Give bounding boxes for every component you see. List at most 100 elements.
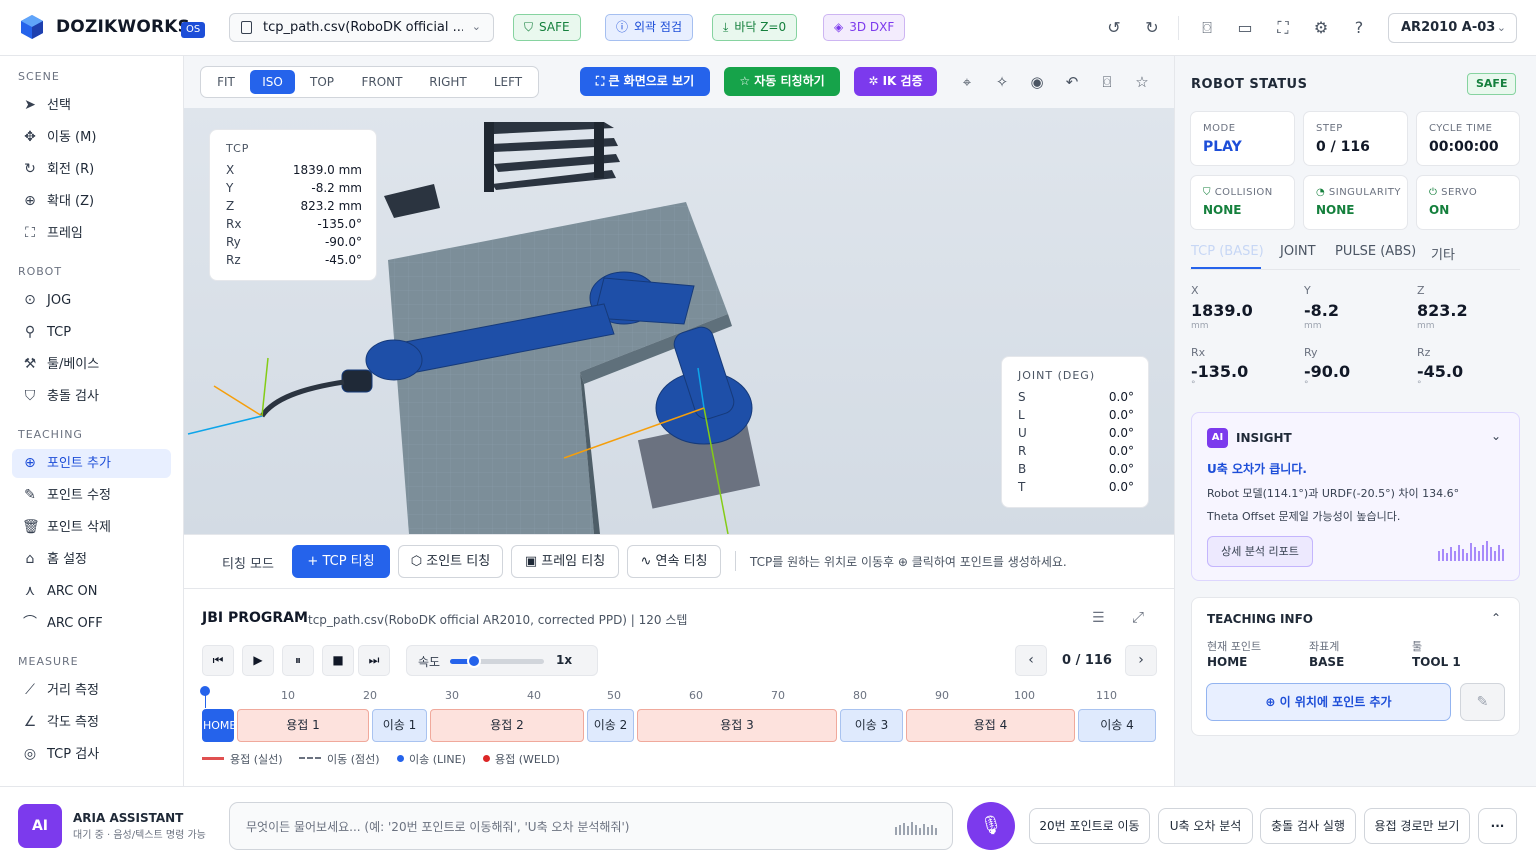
download-icon: ⤓ (723, 20, 729, 34)
file-selector[interactable]: tcp_path.csv(RoboDK official ... ⌄ (229, 13, 494, 42)
more-button[interactable]: ··· (1478, 808, 1517, 844)
timeline-segment[interactable]: 용접 2 (430, 709, 584, 742)
sidebar-item-tcp-check[interactable]: ◎ TCP 검사 (12, 740, 171, 769)
timeline-segment[interactable]: 이송 1 (372, 709, 427, 742)
speed-slider-handle[interactable] (466, 654, 481, 668)
tab-top[interactable]: TOP (300, 70, 344, 94)
eye-icon[interactable]: ◉ (1027, 72, 1047, 92)
locate-icon[interactable]: ✧ (992, 72, 1012, 92)
tcp-row: Ry -90.0° (226, 235, 362, 249)
tab-joint[interactable]: JOINT (1280, 244, 1316, 259)
stop-button[interactable]: ■ (322, 645, 354, 676)
prev-step-button[interactable]: ‹ (1015, 645, 1047, 676)
quick-action-button[interactable]: 충돌 검사 실행 (1260, 808, 1356, 844)
sidebar-item-angle[interactable]: ∠ 각도 측정 (12, 708, 171, 737)
fullscreen-icon[interactable]: ⛶ (1269, 14, 1297, 42)
expand-icon[interactable]: ⤢ (1132, 608, 1144, 626)
robot-selector[interactable]: AR2010 A-03 ⌄ (1388, 13, 1517, 43)
timeline-segment[interactable]: 이송 4 (1078, 709, 1156, 742)
sidebar-item-add-point[interactable]: ⊕ 포인트 추가 (12, 449, 171, 478)
timeline-segment[interactable]: 이송 3 (840, 709, 903, 742)
redo-icon[interactable]: ↻ (1138, 14, 1166, 42)
undo-icon[interactable]: ↺ (1100, 14, 1128, 42)
sidebar-item-delete-point[interactable]: 🗑 포인트 삭제 (12, 513, 171, 542)
list-icon[interactable]: ☰ (1092, 610, 1105, 626)
sidebar-item-rotate[interactable]: ↻ 회전 (R) (12, 155, 171, 184)
tab-right[interactable]: RIGHT (420, 70, 476, 94)
sidebar-item-zoom[interactable]: ⊕ 확대 (Z) (12, 187, 171, 216)
home-icon: ⌂ (25, 551, 35, 567)
sidebar-item-jog[interactable]: ⊙ JOG (12, 286, 171, 315)
camera-icon[interactable]: ⌼ (1193, 14, 1221, 42)
legend-line-dot (397, 755, 404, 762)
tab-tcp-base[interactable]: TCP (BASE) (1191, 244, 1264, 259)
timeline-segment[interactable]: 용접 4 (906, 709, 1075, 742)
assistant-input[interactable]: 무엇이든 물어보세요... (예: '20번 포인트로 이동해줘', 'U축 오… (229, 802, 953, 850)
sidebar-item-distance[interactable]: ⟋ 거리 측정 (12, 676, 171, 705)
rotate-icon: ↻ (24, 161, 36, 177)
tab-iso[interactable]: ISO (250, 70, 295, 94)
next-step-button[interactable]: › (1125, 645, 1157, 676)
clock-icon: ◔ SINGULARITY (1316, 187, 1402, 198)
floor-chip[interactable]: ⤓ 바닥 Z=0 (712, 14, 798, 41)
legend-label: 이동 (점선) (327, 753, 380, 766)
continuous-teach-button[interactable]: ∿ 연속 티칭 (627, 545, 721, 578)
help-icon[interactable]: ? (1345, 14, 1373, 42)
cycle-time-card: CYCLE TIME 00:00:00 (1416, 111, 1520, 166)
star-icon: ☆ (739, 74, 755, 88)
speed-slider-track[interactable] (450, 654, 544, 668)
tab-etc[interactable]: 기타 (1431, 244, 1455, 263)
envelope-check-chip[interactable]: ⓘ 외곽 점검 (605, 14, 693, 41)
tab-left[interactable]: LEFT (484, 70, 532, 94)
tick-label: 110 (1096, 689, 1117, 702)
timeline-segment[interactable]: HOME (202, 709, 236, 742)
timeline-segment[interactable]: 용접 3 (637, 709, 837, 742)
timeline-segment[interactable]: 용접 1 (237, 709, 369, 742)
dxf-chip[interactable]: ◈ 3D DXF (823, 14, 906, 41)
sidebar-item-collision[interactable]: ⛉ 충돌 검사 (12, 382, 171, 411)
tick-label: 50 (607, 689, 621, 702)
tcp-readout-panel: TCP X 1839.0 mm Y -8.2 mm Z 823.2 mm Rx -135… (209, 129, 377, 281)
playhead-handle[interactable] (200, 686, 210, 696)
quick-action-button[interactable]: 20번 포인트로 이동 (1029, 808, 1150, 844)
gear-icon[interactable]: ⚙ (1307, 14, 1335, 42)
pause-button[interactable]: ⏸ (282, 645, 314, 676)
sidebar-item-move[interactable]: ✥ 이동 (M) (12, 123, 171, 152)
fullscreen-view-button[interactable]: ⛶ 큰 화면으로 보기 (580, 67, 710, 96)
sidebar-item-frame[interactable]: ⛶ 프레임 (12, 219, 171, 248)
joint-teach-button[interactable]: ⬡ 조인트 티칭 (398, 545, 503, 578)
sidebar-item-arc-off[interactable]: ⌒ ARC OFF (12, 609, 171, 638)
current-point-value: HOME (1207, 655, 1248, 669)
sidebar-item-tcp[interactable]: ⚲ TCP (12, 318, 171, 347)
tab-front[interactable]: FRONT (352, 70, 412, 94)
edit-icon[interactable]: ✎ (1460, 683, 1505, 721)
sidebar-item-home[interactable]: ⌂ 홈 설정 (12, 545, 171, 574)
tcp-teach-button[interactable]: + TCP 티칭 (292, 545, 390, 578)
undo-view-icon[interactable]: ↶ (1062, 72, 1082, 92)
chevron-down-icon[interactable]: ⌄ (1491, 429, 1501, 443)
video-icon[interactable]: ▭ (1231, 14, 1259, 42)
play-button[interactable]: ▶ (242, 645, 274, 676)
chevron-up-icon[interactable]: ⌃ (1491, 611, 1501, 625)
snapshot-icon[interactable]: ⌼ (1097, 72, 1117, 92)
sidebar-item-select[interactable]: ➤ 선택 (12, 91, 171, 120)
quick-action-button[interactable]: U축 오차 분석 (1158, 808, 1253, 844)
sidebar-item-tool-base[interactable]: ⚒ 툴/베이스 (12, 350, 171, 379)
quick-action-button[interactable]: 용접 경로만 보기 (1364, 808, 1470, 844)
timeline-segment[interactable]: 이송 2 (587, 709, 634, 742)
skip-start-button[interactable]: ⏮ (202, 645, 234, 676)
frame-teach-button[interactable]: ▣ 프레임 티칭 (511, 545, 619, 578)
auto-teach-button[interactable]: ☆ 자동 티칭하기 (724, 67, 840, 96)
tab-pulse[interactable]: PULSE (ABS) (1335, 244, 1416, 259)
tab-fit[interactable]: FIT (206, 70, 246, 94)
safe-chip[interactable]: ⛉ SAFE (513, 14, 581, 41)
skip-end-button[interactable]: ⏭ (358, 645, 390, 676)
add-point-here-button[interactable]: ⊕ 이 위치에 포인트 추가 (1206, 683, 1451, 721)
microphone-icon[interactable]: 🎙 (967, 802, 1015, 850)
detail-report-button[interactable]: 상세 분석 리포트 (1207, 536, 1313, 567)
ik-check-button[interactable]: ✲ IK 검증 (854, 67, 937, 96)
crosshair-icon[interactable]: ⌖ (957, 72, 977, 92)
sidebar-item-edit-point[interactable]: ✎ 포인트 수정 (12, 481, 171, 510)
sidebar-item-arc-on[interactable]: ⋏ ARC ON (12, 577, 171, 606)
favorite-icon[interactable]: ☆ (1132, 72, 1152, 92)
